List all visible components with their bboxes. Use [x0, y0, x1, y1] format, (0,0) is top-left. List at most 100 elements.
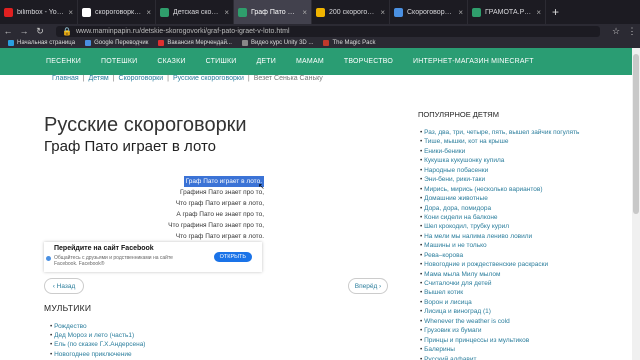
popular-link[interactable]: Считалочки для детей [420, 279, 620, 288]
bookmark-item[interactable]: Google Переводчик [85, 40, 148, 46]
browser-tab[interactable]: ГРАМОТА.РУ – спра... × [468, 0, 546, 24]
close-icon[interactable]: × [224, 8, 229, 17]
popular-link[interactable]: Лисица и виноград (1) [420, 307, 620, 316]
menu-item[interactable]: СКАЗКИ [157, 58, 185, 65]
popular-link[interactable]: Грузовик из бумаги [420, 326, 620, 335]
close-icon[interactable]: × [536, 8, 541, 17]
prev-button[interactable]: ‹ Назад [44, 278, 84, 294]
browser-tab[interactable]: скороговорки на ... × [78, 0, 156, 24]
menu-item[interactable]: ПЕСЕНКИ [46, 58, 81, 65]
popular-link[interactable]: Мама мыла Милу мылом [420, 270, 620, 279]
bookmark-item[interactable]: Видео курс Unity 3D ... [241, 40, 313, 46]
browser-tab[interactable]: Скороговорки для... × [390, 0, 468, 24]
popular-link[interactable]: Кони сидели на балконе [420, 213, 620, 222]
popular-link[interactable]: Whenever the weather is cold [420, 317, 620, 326]
breadcrumb-item: Везет Сенька Саньку [253, 75, 323, 82]
poem-line: Граф Пато играет в лото. [150, 176, 264, 187]
poem-line-text: А граф Пато не знает про то, [176, 211, 264, 218]
popular-link[interactable]: Рева–корова [420, 251, 620, 260]
menu-item[interactable]: ДЕТИ [256, 58, 276, 65]
popular-link[interactable]: На мели мы налима лениво ловили [420, 232, 620, 241]
tab-title: 200 скороговорк... [329, 8, 376, 16]
bookmark-icon [158, 40, 165, 46]
cartoon-link[interactable]: Дед Мороз и лето (часть1) [50, 331, 145, 340]
poem-line: А граф Пато не знает про то, [150, 209, 264, 220]
star-icon[interactable]: ☆ [608, 26, 624, 37]
popular-link[interactable]: Тише, мышки, кот на крыше [420, 137, 620, 146]
address-bar[interactable]: 🔒 www.maminpapin.ru/detskie-skorogovorki… [56, 25, 600, 37]
breadcrumb-item[interactable]: Детям [88, 75, 108, 82]
cartoon-link[interactable]: Рождество [50, 322, 145, 331]
bookmark-icon [323, 40, 330, 46]
close-icon[interactable]: × [302, 8, 307, 17]
scrollbar-thumb[interactable] [633, 54, 639, 214]
selected-text: Граф Пато играет в лото. [183, 176, 264, 187]
web-page: ПЕСЕНКИ ПОТЕШКИ СКАЗКИ СТИШКИ ДЕТИ МАМАМ ТВОРЧ… [0, 48, 640, 360]
cartoon-link[interactable]: Новогоднее приключение [50, 350, 145, 359]
popular-link[interactable]: Шел крокодил, трубку курил [420, 222, 620, 231]
menu-item[interactable]: ИНТЕРНЕТ-МАГАЗИН MINECRAFT [413, 58, 534, 65]
bookmark-label: The Magic Pack [332, 40, 376, 46]
bookmark-label: Начальная страница [17, 40, 76, 46]
popular-link[interactable]: Эни-бени, рики-таки [420, 175, 620, 184]
close-icon[interactable]: × [68, 8, 73, 17]
browser-tab[interactable]: Граф Пато играет ... × [234, 0, 312, 24]
chevron-right-icon: › [377, 282, 382, 290]
cartoon-link[interactable]: Ель (по сказке Г.Х.Андерсена) [50, 340, 145, 349]
popular-link[interactable]: Народные побасенки [420, 166, 620, 175]
bookmark-item[interactable]: Начальная страница [8, 40, 75, 46]
tab-title: скороговорки на ... [95, 8, 142, 16]
ad-open-button[interactable]: ОТКРЫТЬ [213, 252, 252, 262]
breadcrumb-item[interactable]: Русские скороговорки [173, 75, 244, 82]
next-button[interactable]: Вперёд › [348, 278, 388, 294]
favicon-icon [160, 7, 169, 17]
popular-link[interactable]: Дора, дора, помидора [420, 204, 620, 213]
bookmark-item[interactable]: The Magic Pack [323, 40, 375, 46]
close-icon[interactable]: × [146, 8, 151, 17]
browser-tab[interactable]: 200 скороговорк... × [312, 0, 390, 24]
info-icon [46, 256, 51, 261]
popular-link[interactable]: Домашние животные [420, 194, 620, 203]
breadcrumb: Главная | Детям | Скороговорки | Русские скоро… [52, 75, 323, 82]
browser-tab[interactable]: Детская скорогово...× [156, 0, 234, 24]
popular-link[interactable]: Принцы и принцессы из мультиков [420, 336, 620, 345]
popular-link[interactable]: Вышел котик [420, 288, 620, 297]
close-icon[interactable]: × [458, 8, 463, 17]
scrollbar[interactable] [632, 48, 640, 360]
menu-item[interactable]: ПОТЕШКИ [101, 58, 137, 65]
close-icon[interactable]: × [380, 8, 385, 17]
popular-link[interactable]: Еники-беники [420, 147, 620, 156]
new-tab-icon[interactable]: + [546, 0, 565, 24]
cartoons-list: РождествоДед Мороз и лето (часть1)Ель (п… [50, 322, 145, 359]
breadcrumb-item[interactable]: Скороговорки [119, 75, 164, 82]
extensions-icon[interactable]: ⋮ [624, 26, 640, 37]
popular-link[interactable]: Раз, два, три, четыре, пять, вышел зайчи… [420, 128, 620, 137]
forward-icon[interactable]: → [16, 26, 32, 36]
poem-text: Граф Пато играет в лото. Графиня Пато зна… [150, 176, 264, 242]
back-icon[interactable]: ← [0, 26, 16, 36]
poem-title: Граф Пато играет в лото [44, 138, 217, 155]
lock-icon: 🔒 [62, 26, 72, 36]
poem-line-text: Что граф Пато играет в лото, [175, 200, 264, 207]
popular-link[interactable]: Новогодние и рождественские раскраски [420, 260, 620, 269]
poem-line: Что графиня Пато знает про то, [150, 220, 264, 231]
breadcrumb-item[interactable]: Главная [52, 75, 79, 82]
bookmark-item[interactable]: Вакансия Мерчендай... [158, 40, 232, 46]
menu-item[interactable]: МАМАМ [296, 58, 324, 65]
tab-title: Граф Пато играет ... [251, 8, 298, 16]
tab-title: Скороговорки для... [407, 8, 454, 16]
menu-item[interactable]: ТВОРЧЕСТВО [344, 58, 393, 65]
popular-link[interactable]: Кукушка кукушонку купила [420, 156, 620, 165]
site-menu: ПЕСЕНКИ ПОТЕШКИ СКАЗКИ СТИШКИ ДЕТИ МАМАМ ТВОРЧ… [0, 48, 632, 75]
tab-title: ГРАМОТА.РУ – спра... [485, 8, 532, 16]
popular-link[interactable]: Машины и не только [420, 241, 620, 250]
popular-link[interactable]: Мирись, мирись (несколько вариантов) [420, 185, 620, 194]
facebook-ad[interactable]: Перейдите на сайт Facebook Общайтесь с д… [44, 242, 262, 272]
popular-link[interactable]: Балерины [420, 345, 620, 354]
menu-item[interactable]: СТИШКИ [206, 58, 237, 65]
poem-line: Что граф Пато играет в лото, [150, 198, 264, 209]
reload-icon[interactable]: ↻ [32, 26, 48, 37]
browser-tab[interactable]: bilimbox - YouTube× [0, 0, 78, 24]
popular-link[interactable]: Русский алфавит [420, 355, 620, 360]
popular-link[interactable]: Ворон и лисица [420, 298, 620, 307]
